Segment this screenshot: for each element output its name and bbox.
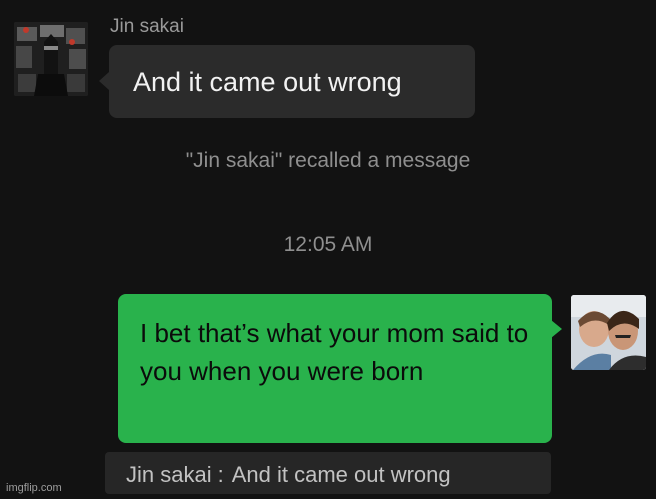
own-avatar[interactable] <box>571 295 646 370</box>
incoming-message-bubble[interactable]: And it came out wrong <box>109 45 475 118</box>
quoted-reply[interactable]: Jin sakai: And it came out wrong <box>105 452 551 494</box>
outgoing-bubble-tail <box>551 320 562 338</box>
quote-sender: Jin sakai <box>126 462 212 487</box>
quote-text: And it came out wrong <box>231 462 451 487</box>
outgoing-message-bubble[interactable]: I bet that’s what your mom said to you w… <box>118 294 552 443</box>
sender-name: Jin sakai <box>110 16 184 37</box>
imgflip-watermark: imgflip.com <box>6 482 62 494</box>
recalled-message-notice: "Jin sakai" recalled a message <box>185 149 471 172</box>
user-photo-avatar-icon <box>571 295 646 370</box>
samurai-avatar-icon <box>14 22 88 96</box>
message-timestamp: 12:05 AM <box>283 233 373 256</box>
incoming-bubble-tail <box>99 72 109 90</box>
quote-separator: : <box>217 462 224 487</box>
sender-avatar[interactable] <box>14 22 88 96</box>
